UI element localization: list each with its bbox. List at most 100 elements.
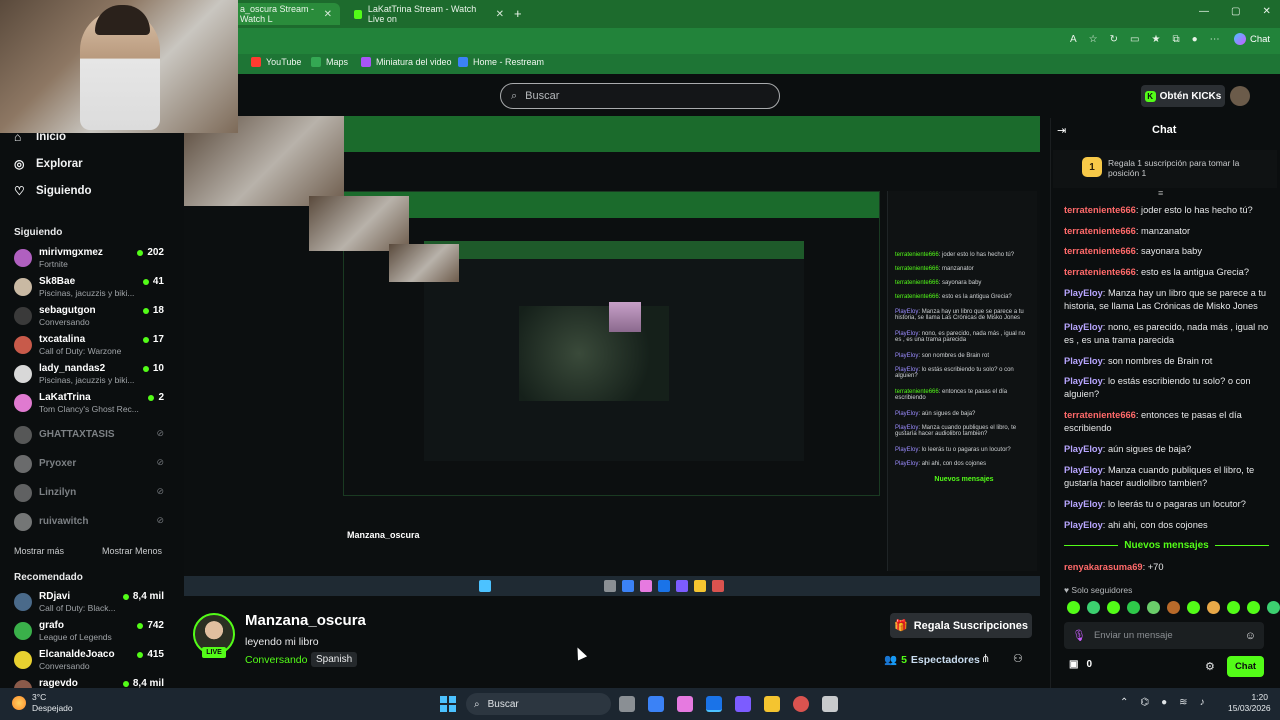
streamer-name[interactable]: Manzana_oscura	[245, 612, 366, 629]
emote-icon[interactable]	[1247, 601, 1260, 614]
taskbar-clock[interactable]: 1:20 15/03/2026	[1228, 692, 1271, 715]
new-tab-icon[interactable]: +	[514, 6, 522, 21]
show-more-link[interactable]: Mostrar más	[14, 546, 64, 556]
minimize-icon[interactable]: —	[1199, 6, 1209, 17]
chat-user[interactable]: renyakarasuma69	[1064, 562, 1143, 572]
search-input[interactable]: ⌕ Buscar	[500, 83, 780, 109]
gift-subs-button[interactable]: 🎁 Regala Suscripciones	[890, 613, 1032, 638]
split-icon[interactable]: ▭	[1130, 34, 1139, 45]
nav-siguiendo[interactable]: ♡ Siguiendo	[14, 185, 92, 197]
chat-send-button[interactable]: Chat	[1227, 656, 1264, 677]
follow-icon[interactable]: ⚇	[1013, 652, 1023, 665]
favorites-icon[interactable]: ★	[1151, 34, 1160, 45]
emote-icon[interactable]	[1187, 601, 1200, 614]
store-icon[interactable]	[648, 696, 664, 712]
channel-points[interactable]: ▣ 0	[1069, 659, 1092, 670]
sidebar-channel-linzilyn[interactable]: Linzilyn ⊘	[14, 482, 164, 506]
get-kicks-button[interactable]: K Obtén KICKs	[1141, 85, 1225, 107]
notepad-icon[interactable]	[822, 696, 838, 712]
close-window-icon[interactable]: ✕	[1262, 6, 1270, 17]
sidebar-channel-ragevdo[interactable]: ragevdo 8,4 mil	[14, 678, 164, 688]
chat-user[interactable]: PlayEloy	[1064, 322, 1103, 332]
chat-user[interactable]: terrateniente666	[1064, 246, 1136, 256]
emoji-icon[interactable]: ☺	[1245, 630, 1256, 642]
user-avatar[interactable]	[1230, 86, 1250, 106]
bookmark-maps[interactable]: Maps	[311, 57, 348, 67]
chat-user[interactable]: PlayEloy	[1064, 499, 1103, 509]
emote-icon[interactable]	[1087, 601, 1100, 614]
folder-icon[interactable]	[764, 696, 780, 712]
emote-icon[interactable]	[1147, 601, 1160, 614]
refresh-icon[interactable]: ↻	[1110, 34, 1118, 45]
nav-explorar[interactable]: ◎ Explorar	[14, 158, 83, 170]
chat-user[interactable]: PlayEloy	[1064, 520, 1103, 530]
expand-icon[interactable]: ≡	[1158, 188, 1163, 198]
stream-category[interactable]: Conversando	[245, 654, 307, 666]
chat-user[interactable]: terrateniente666	[1064, 267, 1136, 277]
chat-settings-icon[interactable]: ⚙	[1205, 660, 1215, 673]
obs-icon[interactable]	[793, 696, 809, 712]
maximize-icon[interactable]: ▢	[1231, 6, 1240, 17]
collections-icon[interactable]: ⧉	[1172, 34, 1179, 45]
tab-lakattrina[interactable]: LaKatTrina Stream - Watch Live on ✕	[346, 3, 512, 25]
chat-user[interactable]: PlayEloy	[1064, 356, 1103, 366]
chat-message-input[interactable]: 🎙 Enviar un mensaje ☺	[1064, 622, 1264, 649]
app-icon[interactable]	[735, 696, 751, 712]
sidebar-channel-lady-nandas2[interactable]: lady_nandas2 Piscinas, jacuzzis y biki..…	[14, 363, 164, 387]
emote-icon[interactable]	[1227, 601, 1240, 614]
read-aloud-icon[interactable]: A	[1070, 34, 1077, 45]
edge-icon[interactable]	[706, 696, 722, 712]
collapse-chat-icon[interactable]: ⇥	[1057, 124, 1066, 137]
chat-user[interactable]: terrateniente666	[1064, 226, 1136, 236]
video-player[interactable]: terrateniente666: joder esto lo has hech…	[184, 116, 1040, 596]
bookmark-restream[interactable]: Home - Restream	[458, 57, 544, 67]
copilot-app-icon[interactable]	[677, 696, 693, 712]
sidebar-channel-grafo[interactable]: grafo League of Legends 742	[14, 620, 164, 644]
sidebar-channel-pryoxer[interactable]: Pryoxer ⊘	[14, 453, 164, 477]
chevron-up-icon[interactable]: ⌃	[1120, 697, 1128, 708]
sidebar-channel-txcatalina[interactable]: txcatalina Call of Duty: Warzone 17	[14, 334, 164, 358]
bookmark-youtube[interactable]: YouTube	[251, 57, 301, 67]
sidebar-channel-ruivawitch[interactable]: ruivawitch ⊘	[14, 511, 164, 535]
sidebar-channel-lakattrina[interactable]: LaKatTrina Tom Clancy's Ghost Rec... 2	[14, 392, 164, 416]
emote-icon[interactable]	[1107, 601, 1120, 614]
emote-icon[interactable]	[1267, 601, 1280, 614]
share-icon[interactable]: ⋔	[981, 652, 990, 665]
emote-icon[interactable]	[1207, 601, 1220, 614]
taskbar-search[interactable]: ⌕ Buscar	[466, 693, 611, 715]
emote-icon[interactable]	[1127, 601, 1140, 614]
microphone-icon[interactable]: 🎙	[1072, 629, 1086, 642]
chat-user[interactable]: terrateniente666	[1064, 410, 1136, 420]
more-icon[interactable]: ⋯	[1210, 34, 1220, 45]
wifi-icon[interactable]: ≋	[1179, 697, 1187, 708]
bookmark-miniatura[interactable]: Miniatura del video	[361, 57, 452, 67]
new-messages-divider[interactable]: Nuevos mensajes	[1064, 540, 1269, 551]
mic-tray-icon[interactable]: ●	[1161, 697, 1167, 708]
chat-user[interactable]: PlayEloy	[1064, 288, 1103, 298]
sidebar-channel-ghattaxtasis[interactable]: GHATTAXTASIS ⊘	[14, 424, 164, 448]
close-icon[interactable]: ✕	[324, 9, 332, 20]
show-less-link[interactable]: Mostrar Menos	[102, 546, 162, 556]
chat-user[interactable]: PlayEloy	[1064, 465, 1103, 475]
emote-icon[interactable]	[1067, 601, 1080, 614]
emote-icon[interactable]	[1167, 601, 1180, 614]
sidebar-channel-sebagutgon[interactable]: sebagutgon Conversando 18	[14, 305, 164, 329]
network-icon[interactable]: ⌬	[1140, 697, 1149, 708]
weather-widget[interactable]: 3°C Despejado	[12, 692, 73, 713]
favorite-icon[interactable]: ☆	[1089, 34, 1098, 45]
sidebar-channel-elcanaldejoaco[interactable]: ElcanaldeJoaco Conversando 415	[14, 649, 164, 673]
volume-icon[interactable]: ♪	[1200, 697, 1205, 708]
sidebar-channel-mirivmgxmez[interactable]: mirivmgxmez Fortnite 202	[14, 247, 164, 271]
close-icon[interactable]: ✕	[496, 9, 504, 20]
sidebar-channel-sk8bae[interactable]: Sk8Bae Piscinas, jacuzzis y biki... 41	[14, 276, 164, 300]
stream-tag[interactable]: Spanish	[311, 652, 358, 667]
sidebar-channel-rdjavi[interactable]: RDjavi Call of Duty: Black... 8,4 mil	[14, 591, 164, 615]
tab-manzana-oscura[interactable]: a_oscura Stream - Watch L ✕	[232, 3, 340, 25]
chat-user[interactable]: terrateniente666	[1064, 205, 1136, 215]
copilot-chat-button[interactable]: Chat	[1234, 33, 1270, 45]
task-view-icon[interactable]	[619, 696, 635, 712]
chat-user[interactable]: PlayEloy	[1064, 444, 1103, 454]
profile-icon[interactable]: ●	[1192, 34, 1198, 45]
chat-user[interactable]: PlayEloy	[1064, 376, 1103, 386]
windows-start-button[interactable]	[440, 696, 456, 712]
